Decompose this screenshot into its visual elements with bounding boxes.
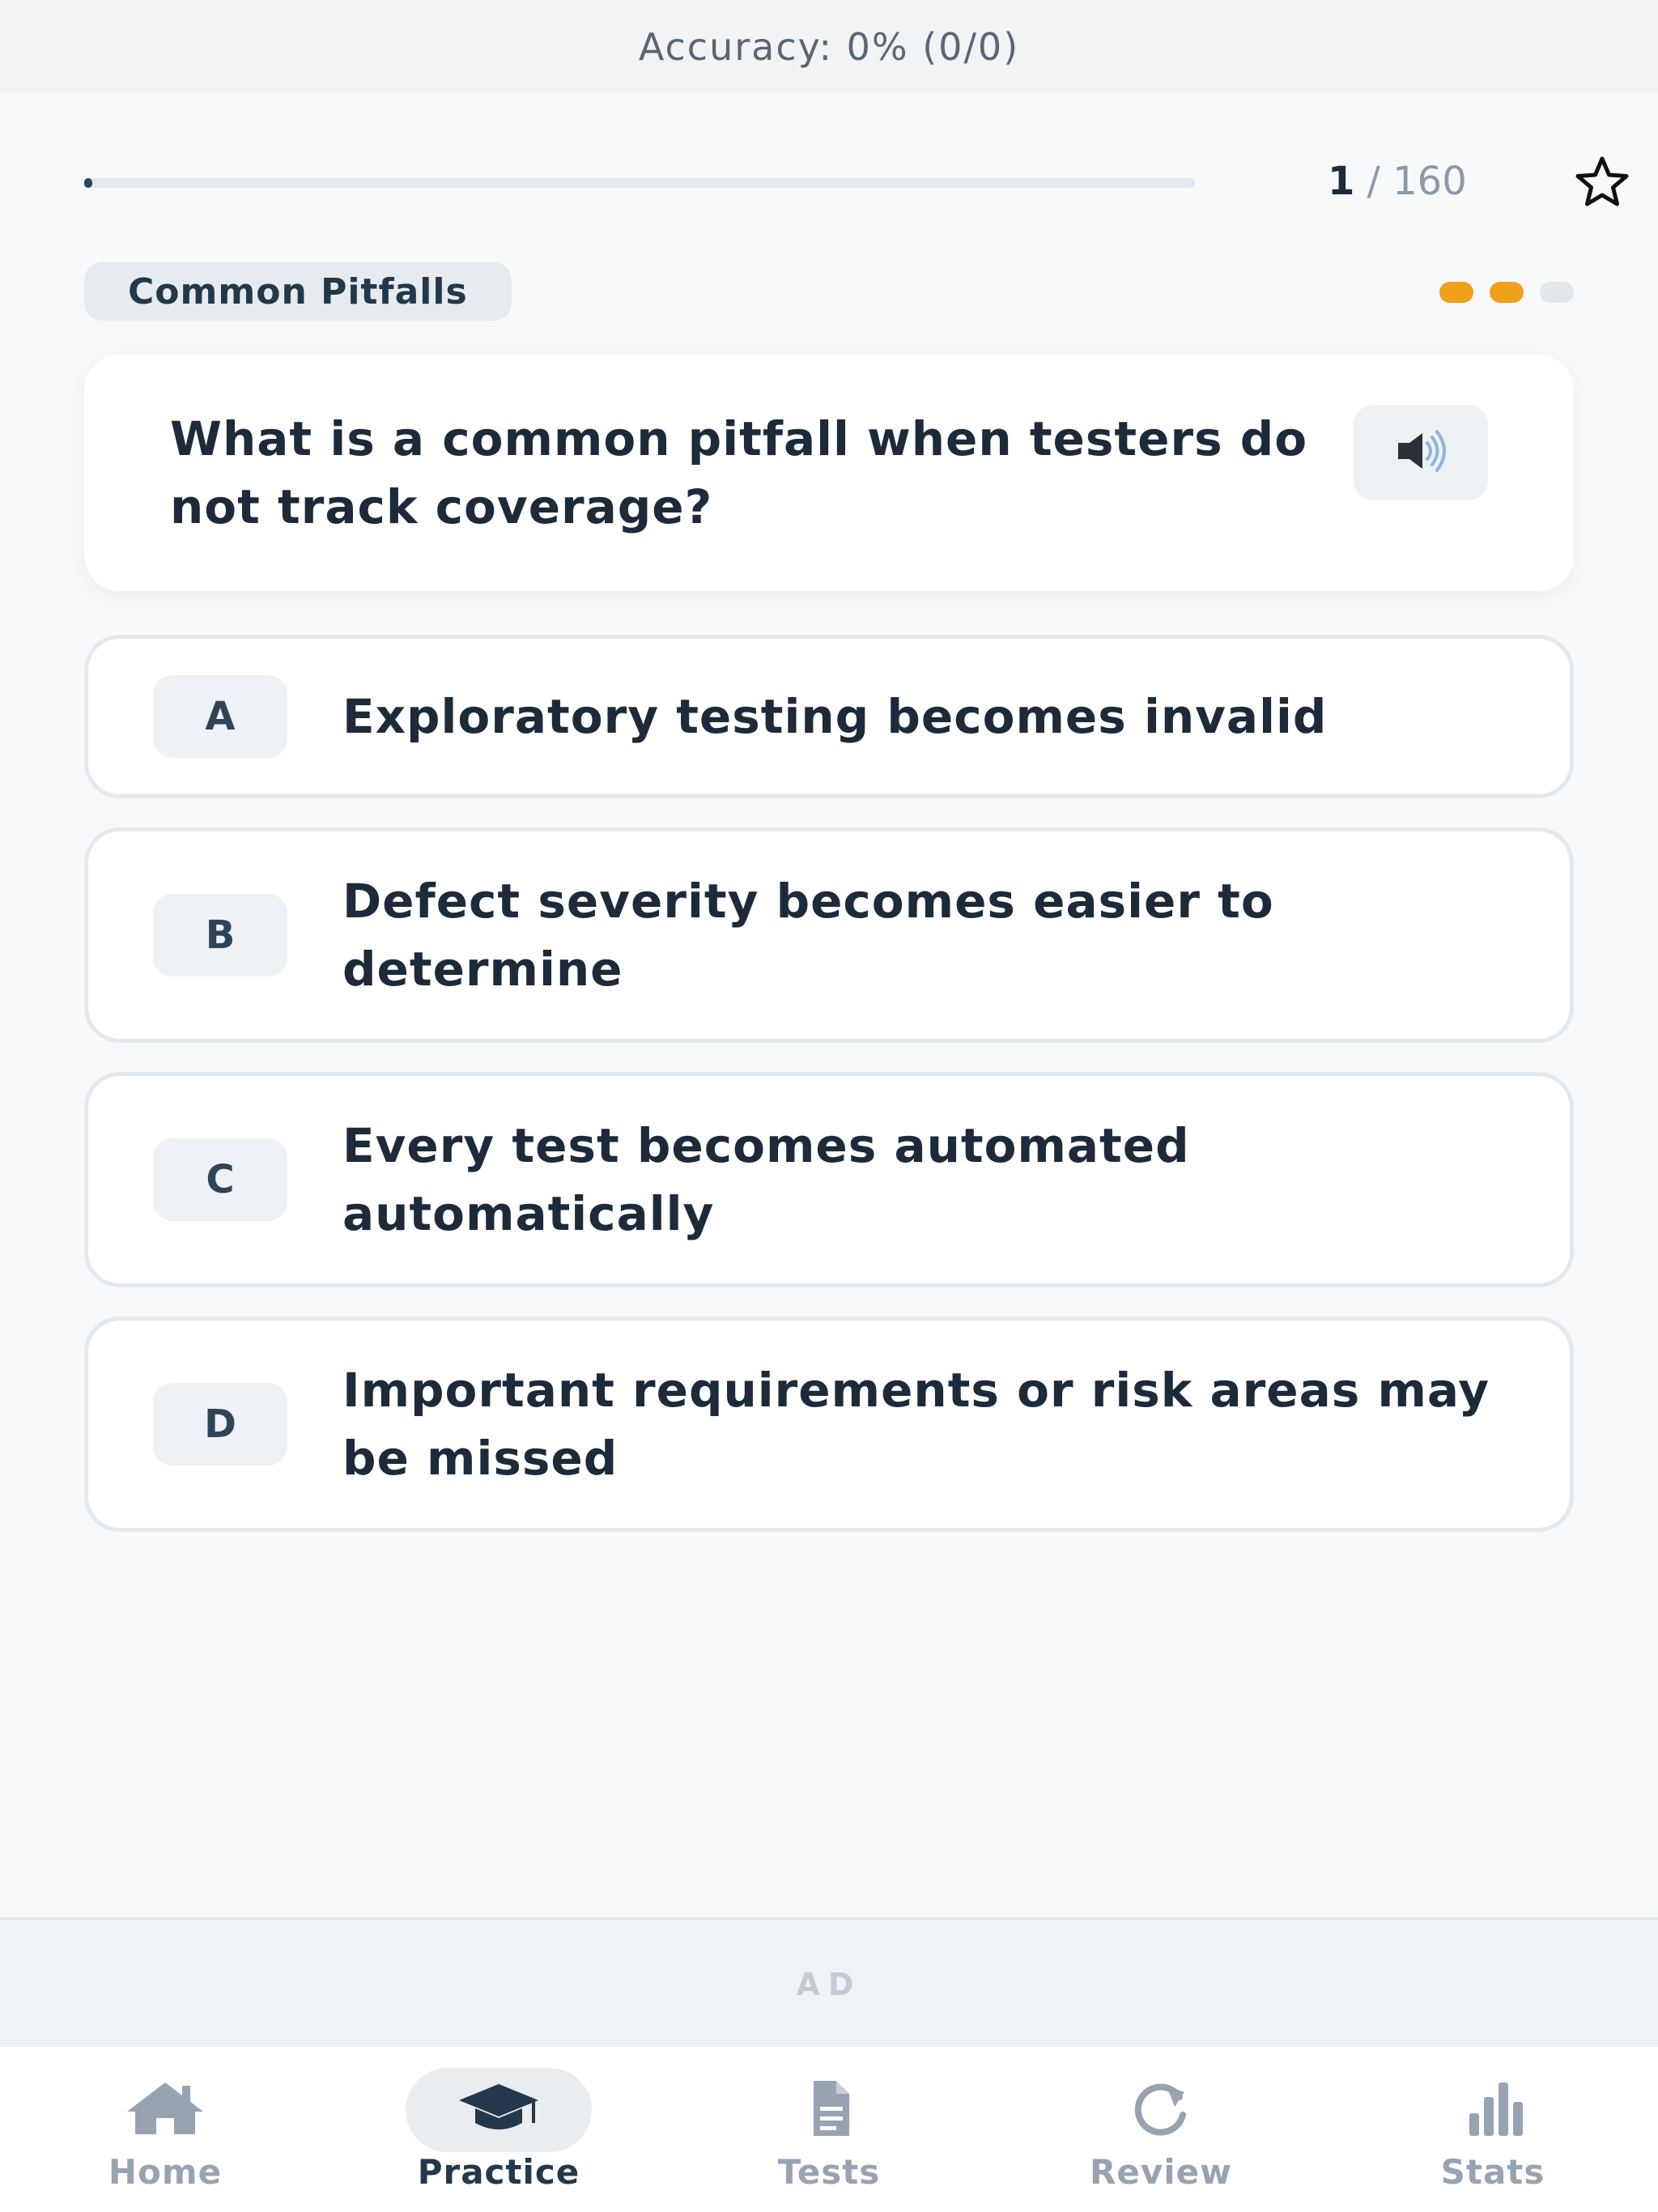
- tab-home[interactable]: Home: [44, 2047, 287, 2212]
- option-letter: B: [153, 894, 287, 976]
- tab-label: Review: [1090, 2152, 1232, 2192]
- answer-option-b[interactable]: B Defect severity becomes easier to dete…: [84, 827, 1574, 1043]
- ad-label: AD: [796, 1967, 862, 2002]
- counter-separator: /: [1367, 159, 1380, 204]
- answer-option-d[interactable]: D Important requirements or risk areas m…: [84, 1317, 1574, 1532]
- difficulty-dot: [1439, 282, 1473, 303]
- question-counter: 1 / 160: [1328, 159, 1467, 204]
- progress-row: 1 / 160: [84, 154, 1629, 211]
- question-text: What is a common pitfall when testers do…: [170, 411, 1308, 534]
- bookmark-star-icon[interactable]: [1567, 154, 1637, 211]
- tab-practice[interactable]: Practice: [377, 2047, 620, 2212]
- option-text: Every test becomes automated automatical…: [342, 1118, 1190, 1241]
- difficulty-indicator: [1439, 282, 1574, 303]
- answer-option-a[interactable]: A Exploratory testing becomes invalid: [84, 635, 1574, 798]
- bottom-tab-bar: Home Practice Tests Review Stats: [0, 2047, 1658, 2212]
- read-aloud-button[interactable]: [1354, 405, 1488, 500]
- category-badge: Common Pitfalls: [84, 262, 512, 321]
- difficulty-dot: [1540, 282, 1574, 303]
- accuracy-text: Accuracy: 0% (0/0): [638, 24, 1020, 69]
- difficulty-dot: [1490, 282, 1524, 303]
- home-icon: [121, 2079, 210, 2141]
- progress-fill: [84, 178, 92, 188]
- current-question-number: 1: [1328, 159, 1355, 204]
- document-icon: [784, 2079, 874, 2141]
- option-letter: A: [153, 675, 287, 758]
- tab-tests[interactable]: Tests: [708, 2047, 950, 2212]
- progress-track: [84, 178, 1195, 188]
- answer-option-c[interactable]: C Every test becomes automated automatic…: [84, 1072, 1574, 1287]
- bar-chart-icon: [1448, 2079, 1537, 2141]
- accuracy-header: Accuracy: 0% (0/0): [0, 0, 1658, 93]
- tab-label: Stats: [1440, 2152, 1545, 2192]
- tab-review[interactable]: Review: [1039, 2047, 1282, 2212]
- tests-icon-wrap: [736, 2068, 922, 2152]
- graduation-cap-icon: [454, 2079, 543, 2141]
- option-text: Exploratory testing becomes invalid: [342, 689, 1328, 744]
- speaker-icon: [1388, 425, 1453, 480]
- tab-label: Home: [108, 2152, 223, 2192]
- ad-banner[interactable]: AD: [0, 1917, 1658, 2049]
- tab-stats[interactable]: Stats: [1371, 2047, 1614, 2212]
- stats-icon-wrap: [1400, 2068, 1586, 2152]
- tab-label: Practice: [417, 2152, 580, 2192]
- question-card: What is a common pitfall when testers do…: [84, 355, 1574, 591]
- option-letter: D: [153, 1383, 287, 1465]
- option-text: Important requirements or risk areas may…: [342, 1363, 1490, 1486]
- category-row: Common Pitfalls: [84, 262, 1574, 321]
- total-questions: 160: [1392, 159, 1467, 204]
- option-text: Defect severity becomes easier to determ…: [342, 874, 1274, 997]
- home-icon-wrap: [72, 2068, 258, 2152]
- review-icon-wrap: [1068, 2068, 1254, 2152]
- refresh-icon: [1116, 2079, 1205, 2141]
- tab-label: Tests: [777, 2152, 881, 2192]
- practice-icon-wrap: [406, 2068, 592, 2152]
- option-letter: C: [153, 1138, 287, 1221]
